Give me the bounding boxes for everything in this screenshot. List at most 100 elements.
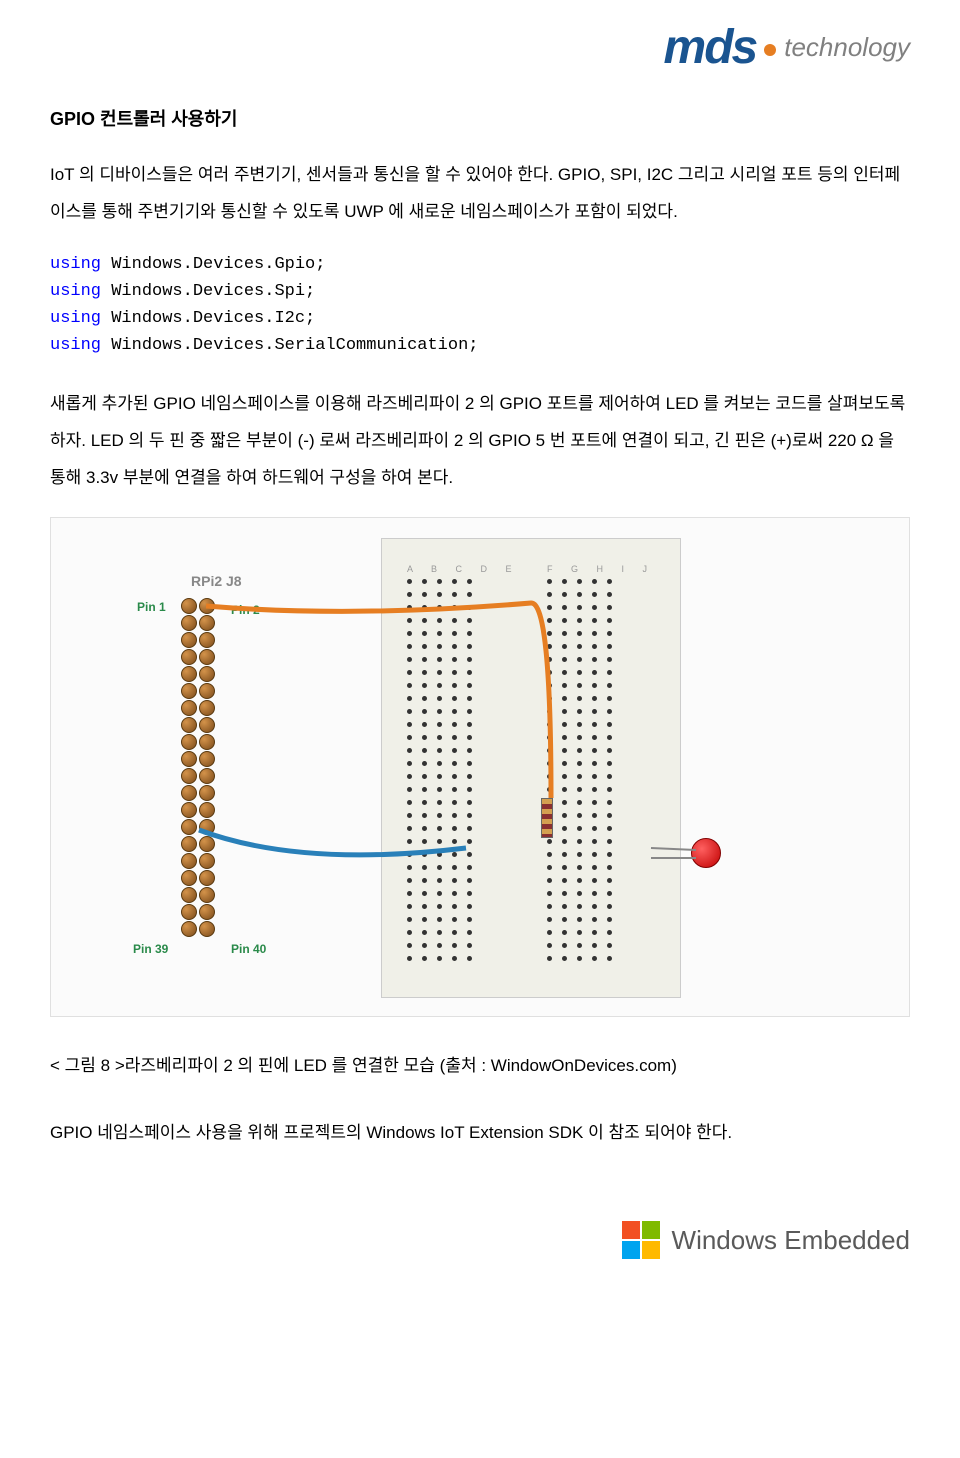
- bb-dot: [437, 722, 442, 727]
- bb-dot: [452, 800, 457, 805]
- bb-dot: [452, 787, 457, 792]
- bb-dot: [452, 761, 457, 766]
- bb-dot: [437, 631, 442, 636]
- pin-icon: [181, 598, 197, 614]
- bb-dot: [422, 579, 427, 584]
- bb-dot: [577, 670, 582, 675]
- bb-dot: [577, 878, 582, 883]
- bb-dot: [422, 709, 427, 714]
- bb-dot: [437, 878, 442, 883]
- bb-dot: [407, 618, 412, 623]
- led-icon: [691, 838, 721, 868]
- bb-dot: [592, 904, 597, 909]
- bb-dot: [452, 709, 457, 714]
- bb-dot: [452, 891, 457, 896]
- bb-dot: [547, 735, 552, 740]
- bb-dot: [437, 826, 442, 831]
- pin-icon: [181, 717, 197, 733]
- bb-dot: [547, 592, 552, 597]
- bb-dot: [592, 787, 597, 792]
- bb-dot: [607, 956, 612, 961]
- bb-dot: [607, 644, 612, 649]
- bb-dot: [562, 878, 567, 883]
- bb-dot: [422, 592, 427, 597]
- bb-dot: [607, 722, 612, 727]
- bb-dot: [577, 839, 582, 844]
- bb-dot: [407, 605, 412, 610]
- bb-dot: [467, 761, 472, 766]
- pin-row: [181, 649, 215, 665]
- bb-dot: [592, 878, 597, 883]
- bb-left-section: [407, 579, 472, 969]
- bb-dot: [407, 891, 412, 896]
- bb-dot: [577, 735, 582, 740]
- bb-dot: [607, 735, 612, 740]
- bb-dot: [407, 826, 412, 831]
- bb-dot: [422, 930, 427, 935]
- bb-dot: [562, 670, 567, 675]
- pin39-label: Pin 39: [133, 942, 168, 956]
- bb-dot: [592, 839, 597, 844]
- bb-dot: [577, 605, 582, 610]
- bb-dot: [452, 722, 457, 727]
- bb-dot: [577, 930, 582, 935]
- bb-dot: [592, 631, 597, 636]
- windows-embedded-text: Windows Embedded: [672, 1225, 910, 1256]
- bb-dot: [562, 644, 567, 649]
- bb-dot: [437, 748, 442, 753]
- bb-dot: [562, 748, 567, 753]
- pin-icon: [199, 598, 215, 614]
- bb-dot: [422, 865, 427, 870]
- pin-icon: [181, 921, 197, 937]
- bb-dot: [422, 878, 427, 883]
- bb-dot: [467, 917, 472, 922]
- bb-dot: [607, 852, 612, 857]
- bb-dot: [592, 826, 597, 831]
- bb-dot: [592, 605, 597, 610]
- bb-dot: [577, 748, 582, 753]
- bb-dot: [562, 839, 567, 844]
- pin-icon: [199, 734, 215, 750]
- bb-dot: [592, 917, 597, 922]
- pin-row: [181, 666, 215, 682]
- bb-dot: [467, 670, 472, 675]
- bb-dot: [592, 696, 597, 701]
- bb-dot: [422, 813, 427, 818]
- bb-dot: [577, 631, 582, 636]
- bb-dot: [407, 865, 412, 870]
- bb-dot: [407, 631, 412, 636]
- bb-dot: [607, 761, 612, 766]
- bb-dot: [452, 644, 457, 649]
- bb-dot: [422, 800, 427, 805]
- bb-dot: [562, 917, 567, 922]
- bb-dot: [437, 943, 442, 948]
- pin-icon: [199, 615, 215, 631]
- bb-dot: [467, 865, 472, 870]
- bb-dot: [577, 813, 582, 818]
- pin-icon: [181, 819, 197, 835]
- bb-dot: [577, 709, 582, 714]
- pin-icon: [199, 700, 215, 716]
- bb-dot: [607, 891, 612, 896]
- bb-dot: [547, 891, 552, 896]
- bb-dot: [437, 696, 442, 701]
- bb-dot: [562, 800, 567, 805]
- pin-icon: [181, 853, 197, 869]
- rpi-pin-header: [181, 598, 215, 937]
- pin-icon: [199, 853, 215, 869]
- bb-dot: [422, 696, 427, 701]
- bb-dot: [452, 826, 457, 831]
- bb-dot: [592, 943, 597, 948]
- bb-dot: [607, 839, 612, 844]
- bb-dot: [592, 722, 597, 727]
- bb-dot: [577, 644, 582, 649]
- bb-dot: [407, 709, 412, 714]
- pin-row: [181, 921, 215, 937]
- bb-dot: [577, 618, 582, 623]
- bb-dot: [422, 852, 427, 857]
- bb-dot: [547, 579, 552, 584]
- bb-dot: [577, 761, 582, 766]
- bb-dot: [577, 852, 582, 857]
- bb-dot: [437, 579, 442, 584]
- bb-dot: [467, 813, 472, 818]
